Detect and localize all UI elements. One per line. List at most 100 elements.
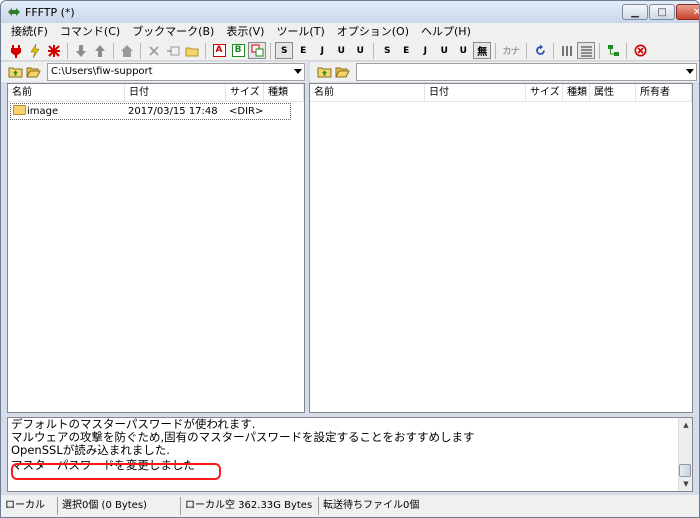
ascii-mode-button[interactable]: A (210, 42, 228, 59)
menu-options[interactable]: オプション(O) (331, 23, 415, 41)
window-title: FFFTP (*) (25, 5, 75, 19)
local-utf8-button[interactable]: U (435, 42, 453, 59)
menu-tools[interactable]: ツール(T) (270, 23, 330, 41)
toolbar-separator (553, 42, 554, 59)
parent-folder-button[interactable] (118, 42, 136, 59)
local-utf8-label: U (440, 45, 448, 56)
local-parent-folder-button[interactable] (7, 65, 23, 79)
sync-button[interactable] (604, 42, 622, 59)
local-col-size[interactable]: サイズ (226, 84, 264, 101)
log-line: OpenSSLが読み込まれました. (11, 443, 170, 457)
toolbar-separator (270, 42, 271, 59)
remote-open-folder-button[interactable] (334, 65, 350, 79)
scroll-thumb[interactable] (679, 464, 691, 477)
remote-path-input[interactable] (356, 63, 697, 81)
local-jis-button[interactable]: J (416, 42, 434, 59)
status-free-space: ローカル空 362.33G Bytes (181, 497, 319, 515)
host-utf8bom-button[interactable]: U (351, 42, 369, 59)
remote-col-date[interactable]: 日付 (425, 84, 526, 101)
local-jis-label: J (423, 45, 427, 56)
close-button[interactable]: ✕ (676, 4, 699, 20)
binary-mode-label: B (231, 44, 245, 57)
no-conversion-label: 無 (477, 47, 487, 58)
ffftp-app-icon (8, 8, 20, 16)
disconnect-button[interactable] (45, 42, 63, 59)
remote-col-attributes[interactable]: 属性 (590, 84, 636, 101)
remote-file-list[interactable]: 名前 日付 サイズ 種類 属性 所有者 (309, 83, 693, 413)
local-col-type[interactable]: 種類 (264, 84, 304, 101)
scroll-down-icon[interactable]: ▼ (679, 477, 692, 491)
download-button[interactable] (72, 42, 90, 59)
detail-view-button[interactable] (577, 42, 595, 59)
local-sjis-label: S (384, 45, 390, 56)
auto-mode-button[interactable] (248, 42, 266, 59)
minimize-button[interactable]: ▁ (622, 4, 648, 20)
host-utf8-button[interactable]: U (332, 42, 350, 59)
refresh-button[interactable] (531, 42, 549, 59)
remote-list-header: 名前 日付 サイズ 種類 属性 所有者 (310, 84, 692, 102)
toolbar-separator (626, 42, 627, 59)
local-col-date[interactable]: 日付 (125, 84, 226, 101)
local-utf8bom-button[interactable]: U (454, 42, 472, 59)
status-local: ローカル (1, 497, 58, 515)
menu-help[interactable]: ヘルプ(H) (415, 23, 477, 41)
binary-mode-button[interactable]: B (229, 42, 247, 59)
menu-connect[interactable]: 接続(F) (5, 23, 54, 41)
toolbar-separator (67, 42, 68, 59)
scroll-up-icon[interactable]: ▲ (679, 418, 692, 432)
window-controls: ▁ □ ✕ (621, 4, 699, 20)
local-path-bar: C:\Users\fiw-support (1, 62, 306, 82)
delete-x-icon (149, 45, 159, 56)
lightning-icon (30, 43, 40, 58)
menu-command[interactable]: コマンド(C) (54, 23, 126, 41)
abort-button[interactable] (631, 42, 649, 59)
local-euc-label: E (403, 45, 409, 56)
toolbar-separator (205, 42, 206, 59)
remote-col-owner[interactable]: 所有者 (636, 84, 692, 101)
chevron-down-icon[interactable] (686, 69, 694, 74)
log-area[interactable]: デフォルトのマスターパスワードが使われます. マルウェアの攻撃を防ぐため,固有の… (7, 417, 693, 492)
toolbar-separator (495, 42, 496, 59)
quick-connect-button[interactable] (26, 42, 44, 59)
connect-plug-icon (11, 44, 21, 58)
remote-parent-folder-button[interactable] (316, 65, 332, 79)
menu-bookmark[interactable]: ブックマーク(B) (126, 23, 220, 41)
disconnect-icon (48, 44, 60, 57)
host-euc-button[interactable]: E (294, 42, 312, 59)
local-list-header: 名前 日付 サイズ 種類 (8, 84, 304, 102)
local-sjis-button[interactable]: S (378, 42, 396, 59)
remote-col-size[interactable]: サイズ (526, 84, 563, 101)
new-folder-button[interactable] (183, 42, 201, 59)
chevron-down-icon[interactable] (294, 69, 302, 74)
connect-button[interactable] (7, 42, 25, 59)
local-path-input[interactable]: C:\Users\fiw-support (47, 63, 305, 81)
local-open-folder-button[interactable] (25, 65, 41, 79)
host-jis-label: J (320, 45, 324, 56)
host-sjis-label: S (281, 45, 287, 56)
log-scrollbar[interactable]: ▲ ▼ (678, 418, 692, 491)
list-view-button[interactable] (558, 42, 576, 59)
host-jis-button[interactable]: J (313, 42, 331, 59)
status-selection: 選択0個 (0 Bytes) (58, 497, 181, 515)
rename-button[interactable] (164, 42, 182, 59)
host-sjis-button[interactable]: S (275, 42, 293, 59)
sync-tree-icon (607, 45, 619, 56)
maximize-button[interactable]: □ (649, 4, 675, 20)
upload-button[interactable] (91, 42, 109, 59)
local-euc-button[interactable]: E (397, 42, 415, 59)
remote-col-name[interactable]: 名前 (310, 84, 425, 101)
new-folder-icon (185, 47, 199, 56)
local-col-name[interactable]: 名前 (8, 84, 125, 101)
menu-bar: 接続(F) コマンド(C) ブックマーク(B) 表示(V) ツール(T) オプシ… (1, 23, 699, 41)
local-file-list[interactable]: 名前 日付 サイズ 種類 image 2017/03/15 17:48 <DIR… (7, 83, 305, 413)
local-row-name-cell: image (11, 104, 126, 119)
menu-view[interactable]: 表示(V) (220, 23, 270, 41)
kana-conversion-button[interactable]: カナ (500, 42, 522, 59)
toolbar-separator (113, 42, 114, 59)
delete-button[interactable] (145, 42, 163, 59)
toolbar-separator (140, 42, 141, 59)
highlight-box (11, 463, 221, 480)
table-row[interactable]: image 2017/03/15 17:48 <DIR> (10, 103, 291, 120)
remote-col-type[interactable]: 種類 (563, 84, 590, 101)
no-conversion-button[interactable]: 無 (473, 42, 491, 59)
